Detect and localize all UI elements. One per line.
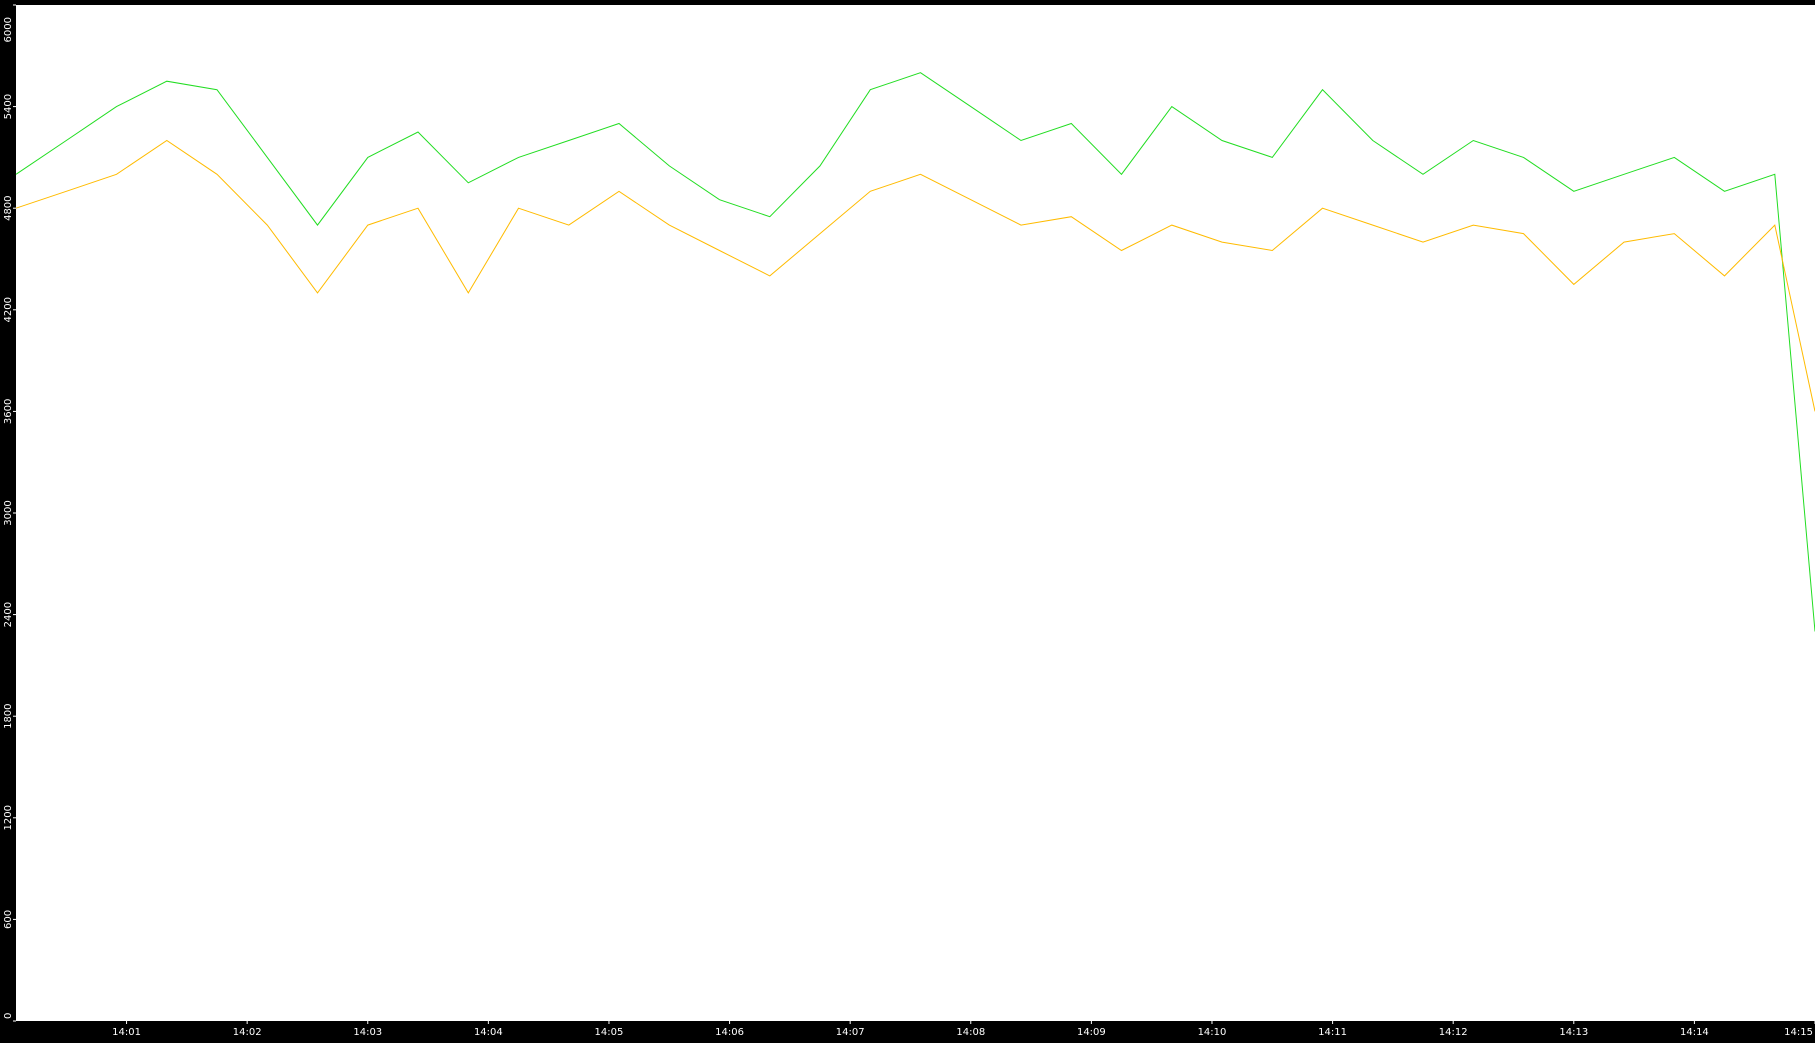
x-tick-label: 14:01 [112, 1027, 141, 1038]
x-tick-label: 14:15 [1784, 1027, 1813, 1038]
x-tick-label: 14:02 [233, 1027, 262, 1038]
y-tick-label: 4200 [3, 297, 14, 322]
y-tick-label: 3600 [3, 399, 14, 424]
x-tick-label: 14:11 [1318, 1027, 1347, 1038]
x-tick-label: 14:10 [1198, 1027, 1227, 1038]
plot-background [16, 5, 1815, 1021]
y-tick-label: 6000 [3, 17, 14, 42]
line-chart: 0 600 1200 1800 2400 3000 3600 4200 4800 5400 6000… [0, 0, 1815, 1039]
x-tick-label: 14:08 [956, 1027, 985, 1038]
y-tick-label: 5400 [3, 94, 14, 119]
x-tick-label: 14:12 [1439, 1027, 1468, 1038]
y-tick-label: 1800 [3, 703, 14, 728]
x-tick-label: 14:09 [1077, 1027, 1106, 1038]
x-tick-label: 14:06 [715, 1027, 744, 1038]
x-tick-label: 14:04 [474, 1027, 503, 1038]
y-tick-label: 0 [3, 1013, 14, 1019]
x-tick-label: 14:14 [1680, 1027, 1709, 1038]
x-tick-label: 14:13 [1559, 1027, 1588, 1038]
y-tick-label: 600 [3, 910, 14, 929]
y-tick-label: 2400 [3, 602, 14, 627]
x-tick-label: 14:07 [836, 1027, 865, 1038]
x-tick-label: 14:03 [353, 1027, 382, 1038]
chart-area: 0 600 1200 1800 2400 3000 3600 4200 4800 5400 6000… [0, 0, 1815, 1039]
y-tick-label: 4800 [3, 195, 14, 220]
y-tick-label: 3000 [3, 500, 14, 525]
y-tick-label: 1200 [3, 805, 14, 830]
x-tick-label: 14:05 [595, 1027, 624, 1038]
